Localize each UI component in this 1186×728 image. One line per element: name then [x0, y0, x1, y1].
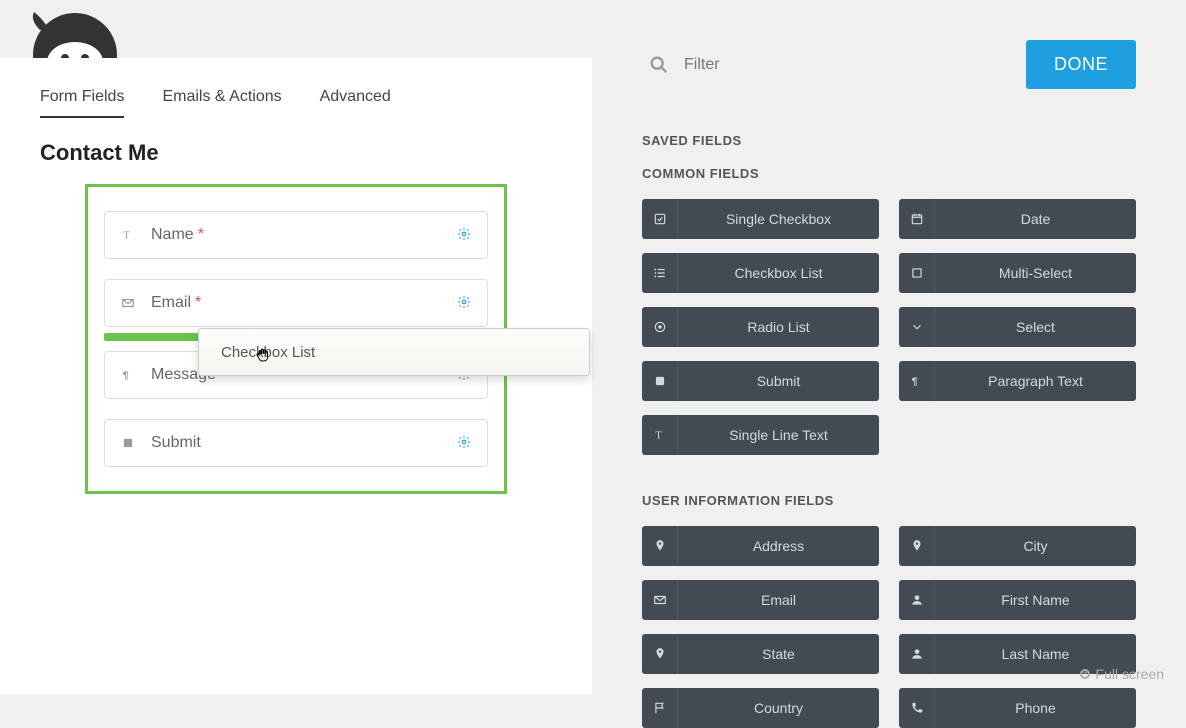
pill-label: Phone	[935, 700, 1136, 716]
field-pill-submit[interactable]: Submit	[642, 361, 879, 401]
square-empty-icon	[899, 253, 935, 293]
field-pill-first-name[interactable]: First Name	[899, 580, 1136, 620]
list-icon	[642, 253, 678, 293]
check-square-icon	[642, 199, 678, 239]
form-field-email[interactable]: Email*	[104, 279, 488, 327]
fullscreen-label: Full screen	[1096, 666, 1164, 682]
svg-text:¶: ¶	[123, 370, 129, 382]
grab-cursor-icon	[254, 346, 272, 364]
pill-label: Multi-Select	[935, 265, 1136, 281]
done-button[interactable]: DONE	[1026, 40, 1136, 89]
fullscreen-icon	[1080, 669, 1090, 679]
paragraph-icon: ¶	[119, 366, 137, 384]
field-pill-city[interactable]: City	[899, 526, 1136, 566]
field-pill-state[interactable]: State	[642, 634, 879, 674]
filter-input[interactable]	[684, 56, 1012, 74]
chevron-down-icon	[899, 307, 935, 347]
calendar-icon	[899, 199, 935, 239]
text-icon: T	[119, 226, 137, 244]
field-pill-date[interactable]: Date	[899, 199, 1136, 239]
field-pill-country[interactable]: Country	[642, 688, 879, 728]
pill-label: State	[678, 646, 879, 662]
pill-label: Last Name	[935, 646, 1136, 662]
pill-label: Paragraph Text	[935, 373, 1136, 389]
user-icon	[899, 580, 935, 620]
field-pill-checkbox-list[interactable]: Checkbox List	[642, 253, 879, 293]
form-field-name[interactable]: T Name*	[104, 211, 488, 259]
tab-form-fields[interactable]: Form Fields	[40, 88, 124, 118]
required-mark: *	[195, 294, 201, 312]
field-label: Submit	[151, 434, 201, 452]
field-pill-email[interactable]: Email	[642, 580, 879, 620]
pill-label: Submit	[678, 373, 879, 389]
flag-icon	[642, 688, 678, 728]
required-mark: *	[198, 226, 204, 244]
field-pill-single-checkbox[interactable]: Single Checkbox	[642, 199, 879, 239]
pill-label: Email	[678, 592, 879, 608]
pin-icon	[642, 634, 678, 674]
phone-icon	[899, 688, 935, 728]
pin-icon	[642, 526, 678, 566]
field-pill-single-line-text[interactable]: T Single Line Text	[642, 415, 879, 455]
pill-label: Single Checkbox	[678, 211, 879, 227]
square-icon	[642, 361, 678, 401]
svg-text:T: T	[655, 431, 662, 442]
svg-text:¶: ¶	[911, 376, 917, 388]
field-pill-phone[interactable]: Phone	[899, 688, 1136, 728]
user-icon	[899, 634, 935, 674]
search-icon	[648, 54, 670, 76]
tab-advanced[interactable]: Advanced	[320, 88, 391, 118]
gear-icon[interactable]	[457, 227, 473, 243]
pill-label: Radio List	[678, 319, 879, 335]
gear-icon[interactable]	[457, 295, 473, 311]
dot-circle-icon	[642, 307, 678, 347]
form-field-submit[interactable]: Submit	[104, 419, 488, 467]
text-icon: T	[642, 415, 678, 455]
field-pill-multi-select[interactable]: Multi-Select	[899, 253, 1136, 293]
app-logo	[20, 0, 130, 58]
field-label: Name	[151, 226, 194, 244]
pin-icon	[899, 526, 935, 566]
pill-label: Single Line Text	[678, 427, 879, 443]
square-icon	[119, 434, 137, 452]
gear-icon[interactable]	[457, 435, 473, 451]
field-label: Email	[151, 294, 191, 312]
field-pill-radio-list[interactable]: Radio List	[642, 307, 879, 347]
section-heading: COMMON FIELDS	[642, 166, 1136, 181]
field-pill-paragraph-text[interactable]: ¶ Paragraph Text	[899, 361, 1136, 401]
section-heading: USER INFORMATION FIELDS	[642, 493, 1136, 508]
fullscreen-toggle[interactable]: Full screen	[1080, 666, 1164, 682]
form-title: Contact Me	[0, 128, 592, 184]
section-heading: SAVED FIELDS	[642, 133, 1136, 148]
pill-label: Checkbox List	[678, 265, 879, 281]
pill-label: First Name	[935, 592, 1136, 608]
envelope-icon	[119, 294, 137, 312]
pill-label: City	[935, 538, 1136, 554]
paragraph-icon: ¶	[899, 361, 935, 401]
tab-emails-actions[interactable]: Emails & Actions	[162, 88, 281, 118]
field-pill-select[interactable]: Select	[899, 307, 1136, 347]
pill-label: Country	[678, 700, 879, 716]
envelope-icon	[642, 580, 678, 620]
pill-label: Address	[678, 538, 879, 554]
pill-label: Select	[935, 319, 1136, 335]
field-pill-address[interactable]: Address	[642, 526, 879, 566]
pill-label: Date	[935, 211, 1136, 227]
svg-text:T: T	[123, 231, 130, 242]
